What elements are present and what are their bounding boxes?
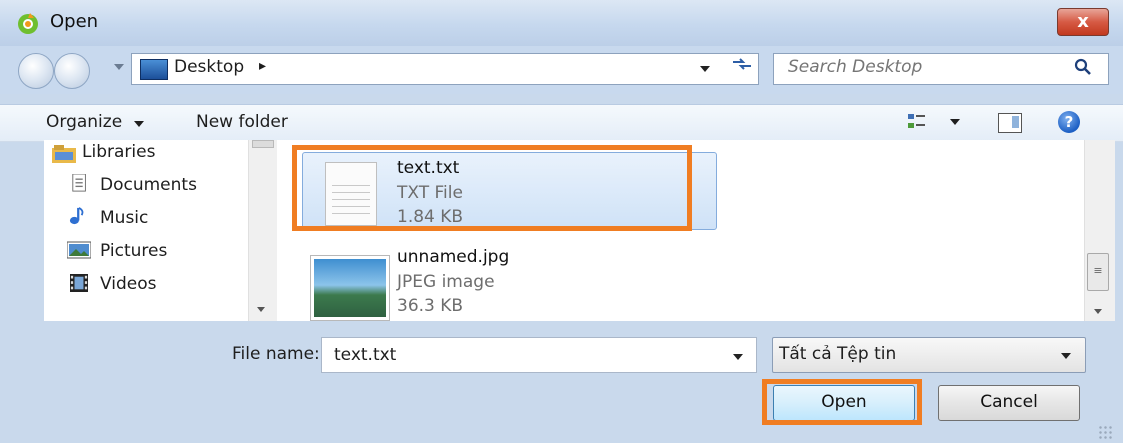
file-name-value[interactable]: text.txt	[334, 345, 396, 365]
sidebar-item-documents[interactable]: Documents	[100, 175, 197, 195]
image-file-icon	[311, 256, 389, 320]
recent-locations-chevron-icon[interactable]	[114, 64, 124, 70]
organize-chevron-icon[interactable]	[134, 121, 144, 127]
refresh-icon	[733, 58, 751, 70]
music-icon	[69, 207, 84, 225]
help-icon[interactable]: ?	[1058, 111, 1080, 133]
app-icon	[18, 13, 38, 34]
desktop-icon	[140, 59, 168, 80]
breadcrumb-desktop[interactable]: Desktop	[174, 57, 244, 77]
close-button[interactable]: x	[1057, 8, 1109, 36]
refresh-button[interactable]	[726, 53, 758, 83]
title-bar[interactable]	[0, 0, 1123, 46]
preview-pane-icon[interactable]	[998, 113, 1022, 133]
libraries-icon	[52, 145, 76, 163]
sidebar-item-videos[interactable]: Videos	[100, 274, 157, 294]
navigation-pane	[44, 140, 276, 321]
change-view-icon[interactable]	[907, 112, 927, 132]
sidebar-item-libraries[interactable]: Libraries	[82, 142, 155, 162]
navigation-scrollbar[interactable]	[248, 140, 277, 321]
scroll-down-icon[interactable]	[257, 307, 265, 312]
file-name: unnamed.jpg	[397, 247, 510, 267]
view-options-chevron-icon[interactable]	[950, 119, 960, 125]
file-name-dropdown-icon[interactable]	[733, 354, 743, 360]
back-button[interactable]	[18, 53, 54, 89]
organize-button[interactable]: Organize	[46, 112, 122, 132]
search-input[interactable]	[788, 57, 1048, 77]
address-dropdown-icon[interactable]	[700, 66, 710, 72]
highlight-box	[762, 379, 922, 425]
window-title: Open	[50, 11, 99, 32]
pictures-icon	[67, 241, 91, 259]
file-type-dropdown-icon[interactable]	[1061, 353, 1071, 359]
navigation-scrollbar-thumb[interactable]	[252, 140, 274, 148]
search-icon[interactable]	[1074, 58, 1092, 81]
forward-button[interactable]	[54, 53, 90, 89]
file-name-label: File name:	[232, 344, 320, 364]
scroll-down-icon[interactable]	[1094, 309, 1102, 314]
resize-grip-icon[interactable]	[1098, 425, 1112, 439]
highlight-box	[292, 145, 692, 231]
file-type-value[interactable]: Tất cả Tệp tin	[779, 344, 896, 364]
sidebar-item-pictures[interactable]: Pictures	[100, 241, 167, 261]
file-list-scrollbar[interactable]	[1084, 140, 1115, 321]
sidebar-item-music[interactable]: Music	[100, 208, 148, 228]
documents-icon	[72, 174, 86, 192]
file-size: 36.3 KB	[397, 296, 464, 316]
videos-icon	[70, 274, 88, 292]
breadcrumb-arrow-icon[interactable]: ▸	[259, 58, 266, 74]
file-list-scrollbar-thumb[interactable]: ≡	[1087, 253, 1109, 291]
cancel-button[interactable]: Cancel	[938, 385, 1080, 421]
file-type: JPEG image	[397, 272, 495, 292]
new-folder-button[interactable]: New folder	[196, 112, 288, 132]
